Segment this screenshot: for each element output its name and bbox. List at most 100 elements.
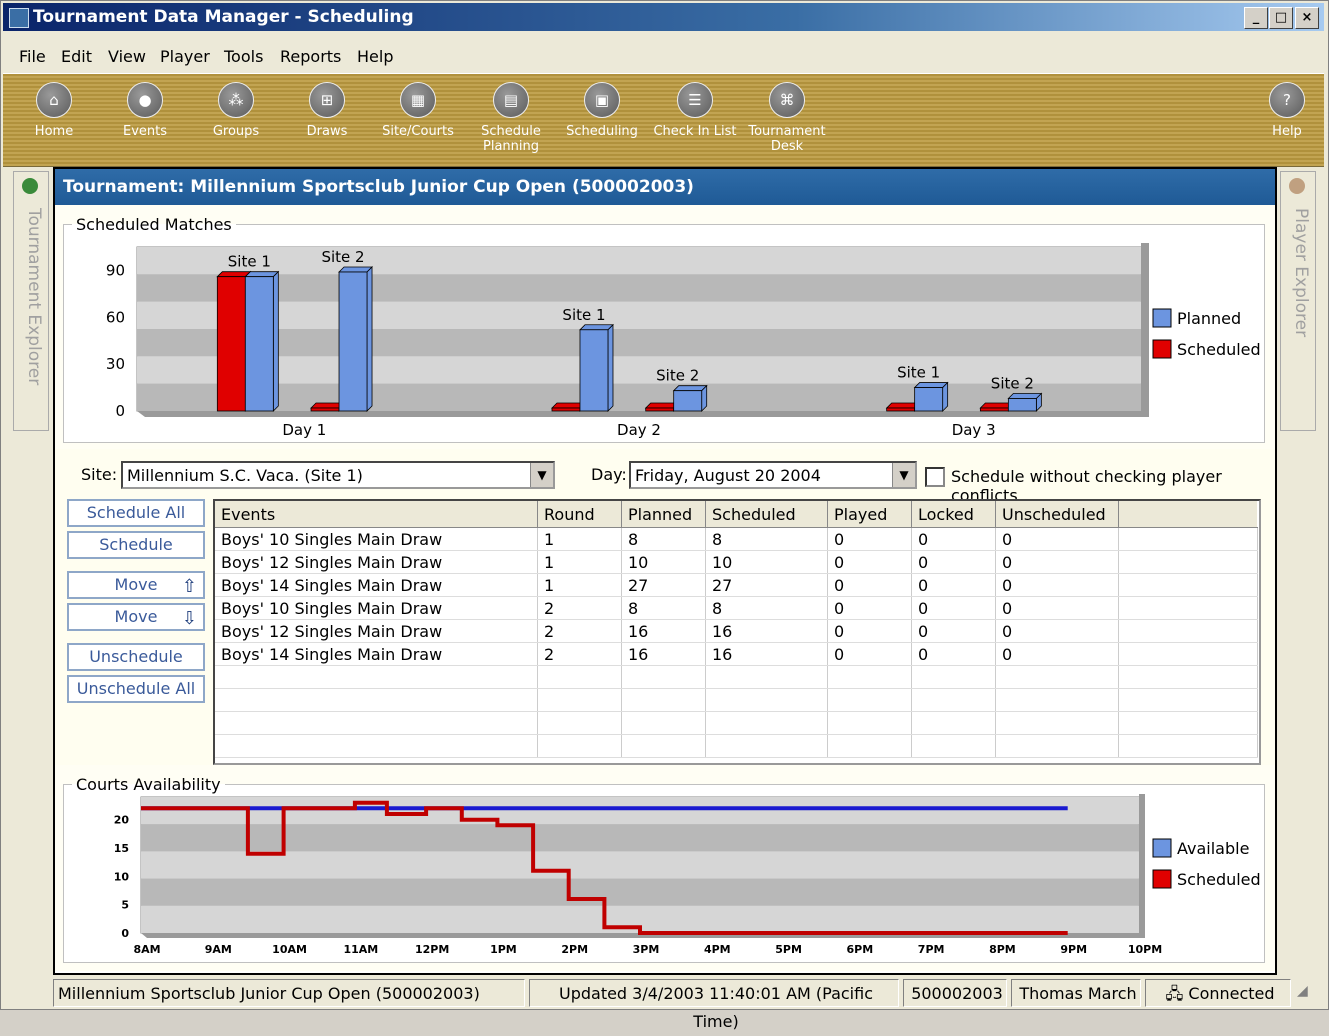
col-filler (1118, 501, 1257, 528)
col-round[interactable]: Round (537, 501, 622, 528)
status-updated: Updated 3/4/2003 11:40:01 AM (Pacific Ti… (529, 979, 899, 1031)
cell: 2 (537, 642, 622, 666)
schedule-button[interactable]: Schedule (67, 531, 205, 559)
cell: 2 (537, 596, 622, 620)
status-connection: 🖧 Connected (1145, 979, 1291, 1007)
toolbar-label: Events (122, 124, 167, 139)
events-grid[interactable]: Events Round Planned Scheduled Played Lo… (213, 499, 1261, 765)
x-tick-label: 7PM (918, 943, 945, 956)
cell: 1 (537, 550, 622, 574)
bar-planned-side (272, 270, 279, 412)
day-select-value: Friday, August 20 2004 (635, 466, 821, 485)
x-tick-label: 3PM (633, 943, 660, 956)
table-row[interactable]: Boys' 10 Singles Main Draw 2 8 8 0 0 0 (215, 596, 1258, 620)
conflicts-checkbox[interactable] (925, 467, 945, 487)
table-row[interactable]: Boys' 12 Singles Main Draw 2 16 16 0 0 0 (215, 619, 1258, 643)
resize-grip-icon[interactable]: ◢ (1297, 983, 1317, 1003)
day-label: Day: (591, 465, 627, 484)
x-tick-label: 12PM (415, 943, 449, 956)
menu-bar: File Edit View Player Tools Reports Help (3, 43, 1324, 71)
x-tick-label: 8AM (133, 943, 160, 956)
chevron-down-icon[interactable]: ▼ (892, 463, 915, 487)
cell (1118, 596, 1258, 620)
col-played[interactable]: Played (827, 501, 912, 528)
bar-planned-top (579, 324, 614, 331)
courts-availability-legend: Courts Availability (76, 775, 221, 794)
toolbar-tournament-desk[interactable]: ⌘ Tournament Desk (742, 82, 832, 154)
cell: Boys' 14 Singles Main Draw (215, 642, 538, 666)
minimize-button[interactable]: _ (1244, 7, 1268, 29)
menu-edit[interactable]: Edit (61, 47, 92, 66)
site-label: Site: (81, 465, 118, 484)
table-row[interactable]: Boys' 12 Singles Main Draw 1 10 10 0 0 0 (215, 550, 1258, 574)
schedule-all-button[interactable]: Schedule All (67, 499, 205, 527)
tournament-explorer-tab[interactable]: Tournament Explorer (13, 171, 49, 431)
title-bar: Tournament Data Manager - Scheduling _ □… (3, 3, 1324, 31)
bar-scheduled-top (216, 271, 252, 278)
y-tick-label: 0 (115, 402, 125, 420)
player-explorer-tab[interactable]: Player Explorer (1280, 171, 1316, 431)
grid-band (141, 851, 1139, 879)
scheduling-controls: Site: Millennium S.C. Vaca. (Site 1) ▼ D… (55, 449, 1275, 765)
toolbar-label: Tournament Desk (748, 124, 826, 154)
scheduled-section: Scheduled Matches 0 30 60 90 Day 1 Site 1 Site… (55, 205, 1275, 449)
move-down-button[interactable]: Move ⇩ (67, 603, 205, 631)
table-row[interactable]: Boys' 14 Singles Main Draw 2 16 16 0 0 0 (215, 642, 1258, 666)
menu-view[interactable]: View (108, 47, 146, 66)
col-unscheduled[interactable]: Unscheduled (995, 501, 1119, 528)
toolbar-home[interactable]: ⌂ Home (9, 82, 99, 139)
menu-help[interactable]: Help (357, 47, 393, 66)
unschedule-all-button[interactable]: Unschedule All (67, 675, 205, 703)
bar-planned-side (607, 323, 614, 412)
x-tick-label: 4PM (704, 943, 731, 956)
x-tick-label: 11AM (343, 943, 378, 956)
move-up-button[interactable]: Move ⇧ (67, 571, 205, 599)
chevron-down-icon[interactable]: ▼ (530, 463, 553, 487)
toolbar-events[interactable]: ● Events (100, 82, 190, 139)
toolbar-check-in-list[interactable]: ☰ Check In List (650, 82, 740, 139)
x-tick-label: 10AM (272, 943, 307, 956)
scheduling-icon: ▣ (584, 82, 620, 118)
toolbar-site-courts[interactable]: ▦ Site/Courts (373, 82, 463, 139)
site-select[interactable]: Millennium S.C. Vaca. (Site 1) ▼ (121, 461, 555, 489)
cell: 27 (705, 573, 828, 597)
globe-icon (22, 178, 38, 194)
unschedule-button[interactable]: Unschedule (67, 643, 205, 671)
col-scheduled[interactable]: Scheduled (705, 501, 828, 528)
cell: 0 (827, 619, 912, 643)
bar-planned-top (913, 382, 949, 388)
table-row-empty (215, 688, 1258, 712)
toolbar-schedule-planning[interactable]: ▤ Schedule Planning (466, 82, 556, 154)
col-planned[interactable]: Planned (621, 501, 706, 528)
menu-file[interactable]: File (19, 47, 46, 66)
move-up-label: Move (114, 575, 158, 594)
x-tick-label: 8PM (989, 943, 1016, 956)
grid-band (137, 274, 1141, 302)
toolbar-groups[interactable]: ⁂ Groups (191, 82, 281, 139)
cell: 16 (705, 642, 828, 666)
legend-label: Planned (1177, 309, 1241, 328)
maximize-button[interactable]: □ (1269, 7, 1293, 29)
status-id: 500002003 (903, 979, 1007, 1007)
app-window: Tournament Data Manager - Scheduling _ □… (0, 0, 1329, 1031)
x-tick-label: Day 1 (282, 421, 326, 439)
toolbar-help[interactable]: ? Help (1242, 82, 1329, 139)
table-row-empty (215, 665, 1258, 689)
menu-player[interactable]: Player (160, 47, 210, 66)
day-select[interactable]: Friday, August 20 2004 ▼ (629, 461, 917, 489)
grid-band (141, 797, 1139, 825)
player-explorer-label: Player Explorer (1291, 208, 1311, 338)
table-row[interactable]: Boys' 10 Singles Main Draw 1 8 8 0 0 0 (215, 527, 1258, 551)
menu-reports[interactable]: Reports (280, 47, 341, 66)
col-locked[interactable]: Locked (911, 501, 996, 528)
toolbar-label: Site/Courts (382, 124, 454, 139)
menu-tools[interactable]: Tools (224, 47, 263, 66)
col-events[interactable]: Events (215, 501, 538, 528)
x-tick-label: Day 2 (617, 421, 661, 439)
close-button[interactable]: × (1295, 7, 1319, 29)
toolbar-scheduling[interactable]: ▣ Scheduling (557, 82, 647, 139)
bar-planned (244, 276, 274, 412)
toolbar-label: Draws (306, 124, 348, 139)
toolbar-draws[interactable]: ⊞ Draws (282, 82, 372, 139)
table-row[interactable]: Boys' 14 Singles Main Draw 1 27 27 0 0 0 (215, 573, 1258, 597)
